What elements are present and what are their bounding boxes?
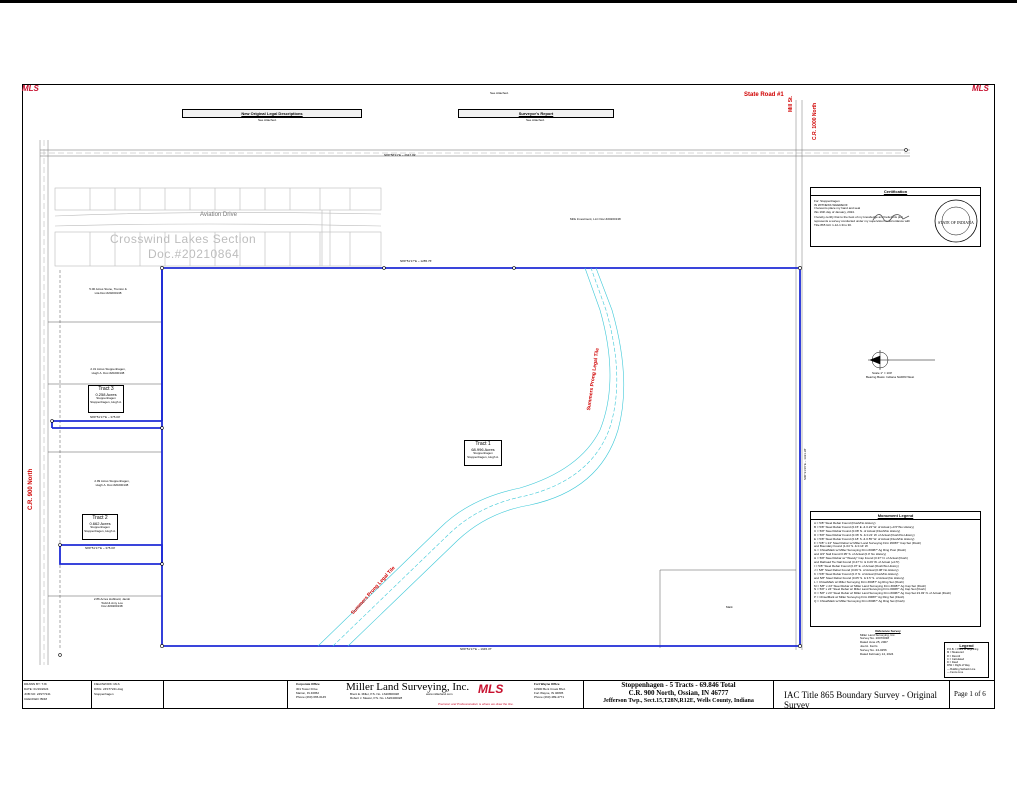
tract2-book: Stoppenhagen, Hugh A. xyxy=(84,528,116,533)
monument-legend: Monument Legend A = 5/8" Steel Rebar Fou… xyxy=(810,511,981,627)
state-road-label: State Road #1 xyxy=(744,92,784,98)
ref-line-6: Dated February 14, 2024 xyxy=(860,651,894,656)
certification-title: Certification xyxy=(811,188,980,196)
tb-project-line-3: Jefferson Twp., Sect.15,T28N,R12E, Wells… xyxy=(603,698,754,704)
tb-logo: MLS xyxy=(478,682,504,696)
reference-survey: Reference Survey Miller Land Surveying, … xyxy=(860,629,916,656)
top-road-bearing: N89°58'21"E ~ 2647.99' xyxy=(384,153,416,157)
aviation-drive-label: Aviation Drive xyxy=(200,212,237,218)
subdivision-doc: Doc.#20210864 xyxy=(148,247,240,261)
cr1000-label: C.R. 1000 North xyxy=(812,102,818,140)
tb-tagline: Precision and Professionalism is where w… xyxy=(438,702,514,706)
tract3-book: Stoppenhagen, Hugh A. xyxy=(90,399,122,404)
scale-note: Scale 1" = 100' xyxy=(872,371,893,375)
title-block: DRAWN BY: TJK DATE: 01/19/2024 JOB NO: 2… xyxy=(22,680,995,709)
tb-page-cell: Page 1 of 6 xyxy=(950,681,995,709)
legend-item: Q = ChiselMark w/ Miller Surveying Firm … xyxy=(814,599,905,604)
tract2-label[interactable]: Tract 2 0.662 Acres Stoppenhagen Stoppen… xyxy=(82,514,118,540)
tb-company: Corporate Office 301 Tower Drive Marion,… xyxy=(288,681,584,709)
tb-client: Stoppenhagen xyxy=(94,692,114,696)
tract2-north-bearing: N89°51'17"E ~ 375.00' xyxy=(85,546,116,550)
seal-text: STATE OF INDIANA xyxy=(938,220,974,225)
mill-st-label: Mill St. xyxy=(788,95,794,112)
tb-survey-title-cell: IAC Title 865 Boundary Survey - Original… xyxy=(774,681,950,709)
tb-survey-title: IAC Title 865 Boundary Survey - Original… xyxy=(784,690,937,709)
abbreviation-legend: Legend P.O.B. = Point of Beginning M = Me… xyxy=(944,642,989,678)
bearing-basis: Bearing Basis: Indiana NAD83 West xyxy=(866,375,915,379)
tb-field-info: FIELDWORK: MLS DWG: 24ST7241.dwg Stoppen… xyxy=(92,681,164,709)
tb-checked: CHECKED: BDM xyxy=(24,697,48,701)
surveyor-seal: STATE OF INDIANA xyxy=(934,199,978,243)
adjacent-parcels xyxy=(48,270,796,648)
cert-line-7: Title 865 IAC 1-12-1 thru 30. xyxy=(814,222,852,227)
tract1-book: Stoppenhagen, Hugh A. xyxy=(467,454,499,459)
small-legend-item: --- Fence Line xyxy=(947,671,964,675)
tb-fw-addr-3: Phone (260) 489-4771 xyxy=(534,695,565,699)
south-line-bearing: N89°51'17"E ~ 1945.37' xyxy=(460,647,492,651)
tb-page: Page 1 of 6 xyxy=(954,690,986,698)
tract-boundary xyxy=(51,267,801,647)
tract3-north-bearing: N89°51'17"E ~ 375.00' xyxy=(90,415,121,419)
tb-principal-2: Robert J. Mewer, P.S. No. LS20400028 xyxy=(350,696,403,700)
parcel-note-1: 5.00 Acres Stone, Trenton & Lita Doc.#20… xyxy=(89,287,127,295)
north-line-bearing: N89°51'17"E ~ 1285.76' xyxy=(400,259,432,263)
tb-project: Stoppenhagen - 5 Tracts - 69.846 Total C… xyxy=(584,681,774,709)
tb-project-line-1: Stoppenhagen - 5 Tracts - 69.846 Total xyxy=(621,681,736,689)
tb-project-line-2: C.R. 900 North, Ossian, IN 46777 xyxy=(628,689,729,697)
tract1-label[interactable]: Tract 1 68.996 Acres Stoppenhagen Stoppe… xyxy=(464,440,502,466)
north-arrow xyxy=(868,350,935,370)
legend-title: Monument Legend xyxy=(811,512,980,520)
mills-parcel-note: Mills Investment, LLC Doc.#20200138 xyxy=(570,217,621,221)
signature xyxy=(872,214,910,222)
tb-website: www.millerland.com xyxy=(426,692,453,696)
monuments xyxy=(50,148,908,657)
parcel-note-4: 2.86 Acres Hubbard, Jacob Todd & Amy Lou… xyxy=(93,597,131,609)
east-line-bearing: S00°31'26"E ~ 1321.38' xyxy=(803,448,807,480)
tract3-label[interactable]: Tract 3 0.258 Acres Stoppenhagen Stoppen… xyxy=(88,385,124,413)
certification-panel: Certification For: Stoppenhagen IN WITNE… xyxy=(810,187,981,247)
tb-drawing-info: DRAWN BY: TJK DATE: 01/19/2024 JOB NO: 2… xyxy=(22,681,92,709)
cr900-label: C.R. 900 North xyxy=(28,468,34,510)
parcel-note-3: 2.99 Acres Stoppenhagen, Hugh A. Doc.#20… xyxy=(94,479,130,487)
tb-corp-addr-3: Phone (260) 665-6145 xyxy=(296,695,327,699)
survey-drawing xyxy=(39,100,935,665)
mark-note: Mark xyxy=(726,605,733,609)
tb-notes xyxy=(164,681,288,709)
parcel-note-2: 2.31 Acres Stoppenhagen, Hugh A. Doc.#20… xyxy=(90,367,126,375)
subdivision-name: Crosswind Lakes Section xyxy=(110,232,257,246)
